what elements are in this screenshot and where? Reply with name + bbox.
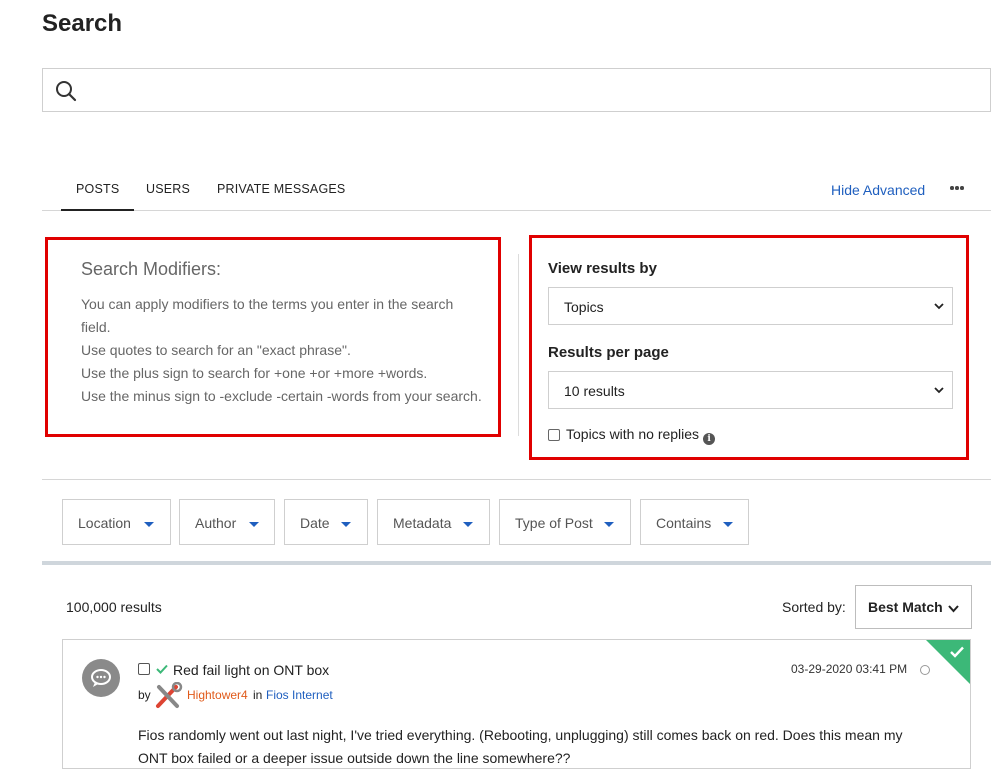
view-results-by-label: View results by [548, 260, 657, 277]
no-replies-option[interactable]: Topics with no replies i [548, 426, 716, 445]
filter-type-of-post[interactable]: Type of Post [499, 499, 631, 545]
no-replies-label: Topics with no replies [566, 426, 700, 442]
sort-dropdown[interactable]: Best Match [855, 585, 972, 629]
filter-author[interactable]: Author [179, 499, 275, 545]
filter-label: Type of Post [515, 515, 593, 531]
filter-label: Author [195, 515, 237, 531]
view-options-panel: View results by Topics Results per page … [529, 235, 969, 460]
caret-down-icon [249, 522, 259, 527]
modifier-line: Use the plus sign to search for +one +or… [81, 365, 428, 381]
author-link[interactable]: Hightower4 [187, 688, 248, 702]
hide-advanced-link[interactable]: Hide Advanced [831, 182, 925, 198]
post-select-checkbox[interactable] [138, 663, 150, 675]
view-results-by-value: Topics [564, 299, 604, 315]
search-bar[interactable] [42, 68, 991, 112]
sorted-by-label: Sorted by: [782, 599, 846, 615]
divider [518, 254, 519, 436]
filter-metadata[interactable]: Metadata [377, 499, 490, 545]
search-input[interactable] [87, 75, 977, 105]
caret-down-icon [723, 522, 733, 527]
tab-posts[interactable]: POSTS [60, 182, 135, 211]
results-per-page-label: Results per page [548, 344, 669, 361]
caret-down-icon [144, 522, 154, 527]
divider [42, 479, 991, 480]
filter-location[interactable]: Location [62, 499, 171, 545]
post-date: 03-29-2020 03:41 PM [791, 662, 908, 676]
no-replies-checkbox[interactable] [548, 429, 560, 441]
caret-down-icon [604, 522, 614, 527]
chevron-down-icon [934, 387, 944, 394]
filter-label: Metadata [393, 515, 452, 531]
tab-private-messages[interactable]: PRIVATE MESSAGES [217, 182, 345, 196]
search-modifiers-panel: Search Modifiers: You can apply modifier… [45, 237, 501, 437]
page-title: Search [42, 10, 123, 37]
sort-value: Best Match [868, 599, 943, 615]
tab-users[interactable]: USERS [146, 182, 190, 196]
solved-check-icon [950, 646, 964, 658]
caret-down-icon [463, 522, 473, 527]
post-snippet: Fios randomly went out last night, I've … [138, 727, 903, 766]
section-divider [42, 561, 991, 565]
caret-down-icon [341, 522, 351, 527]
modifiers-title: Search Modifiers: [81, 259, 222, 279]
results-per-page-select[interactable]: 10 results [548, 371, 953, 409]
search-icon [56, 81, 77, 102]
post-result-card[interactable]: Red fail light on ONT box by Hightower4 … [62, 639, 971, 769]
filter-label: Date [300, 515, 330, 531]
in-label: in [253, 688, 263, 702]
results-per-page-value: 10 results [564, 383, 625, 399]
modifier-line: You can apply modifiers to the terms you… [81, 296, 454, 312]
modifier-line: Use the minus sign to -exclude -certain … [81, 388, 482, 404]
post-subject-link[interactable]: Red fail light on ONT box [173, 662, 329, 678]
chevron-down-icon [934, 303, 944, 310]
modifier-line: field. [81, 319, 111, 335]
by-label: by [138, 688, 151, 702]
tools-rank-icon [156, 682, 183, 708]
filter-date[interactable]: Date [284, 499, 368, 545]
chevron-down-icon [948, 605, 959, 613]
chat-bubble-icon [82, 659, 120, 697]
modifier-line: Use quotes to search for an "exact phras… [81, 342, 351, 358]
board-link[interactable]: Fios Internet [266, 688, 333, 702]
result-count: 100,000 results [66, 599, 162, 615]
filter-label: Location [78, 515, 131, 531]
view-results-by-select[interactable]: Topics [548, 287, 953, 325]
filter-label: Contains [656, 515, 712, 531]
accepted-solution-check-icon [156, 664, 168, 674]
info-icon[interactable]: i [703, 433, 716, 445]
filter-contains[interactable]: Contains [640, 499, 749, 545]
ellipsis-icon[interactable] [950, 180, 968, 194]
search-tabs: POSTS USERS PRIVATE MESSAGES Hide Advanc… [42, 174, 991, 211]
